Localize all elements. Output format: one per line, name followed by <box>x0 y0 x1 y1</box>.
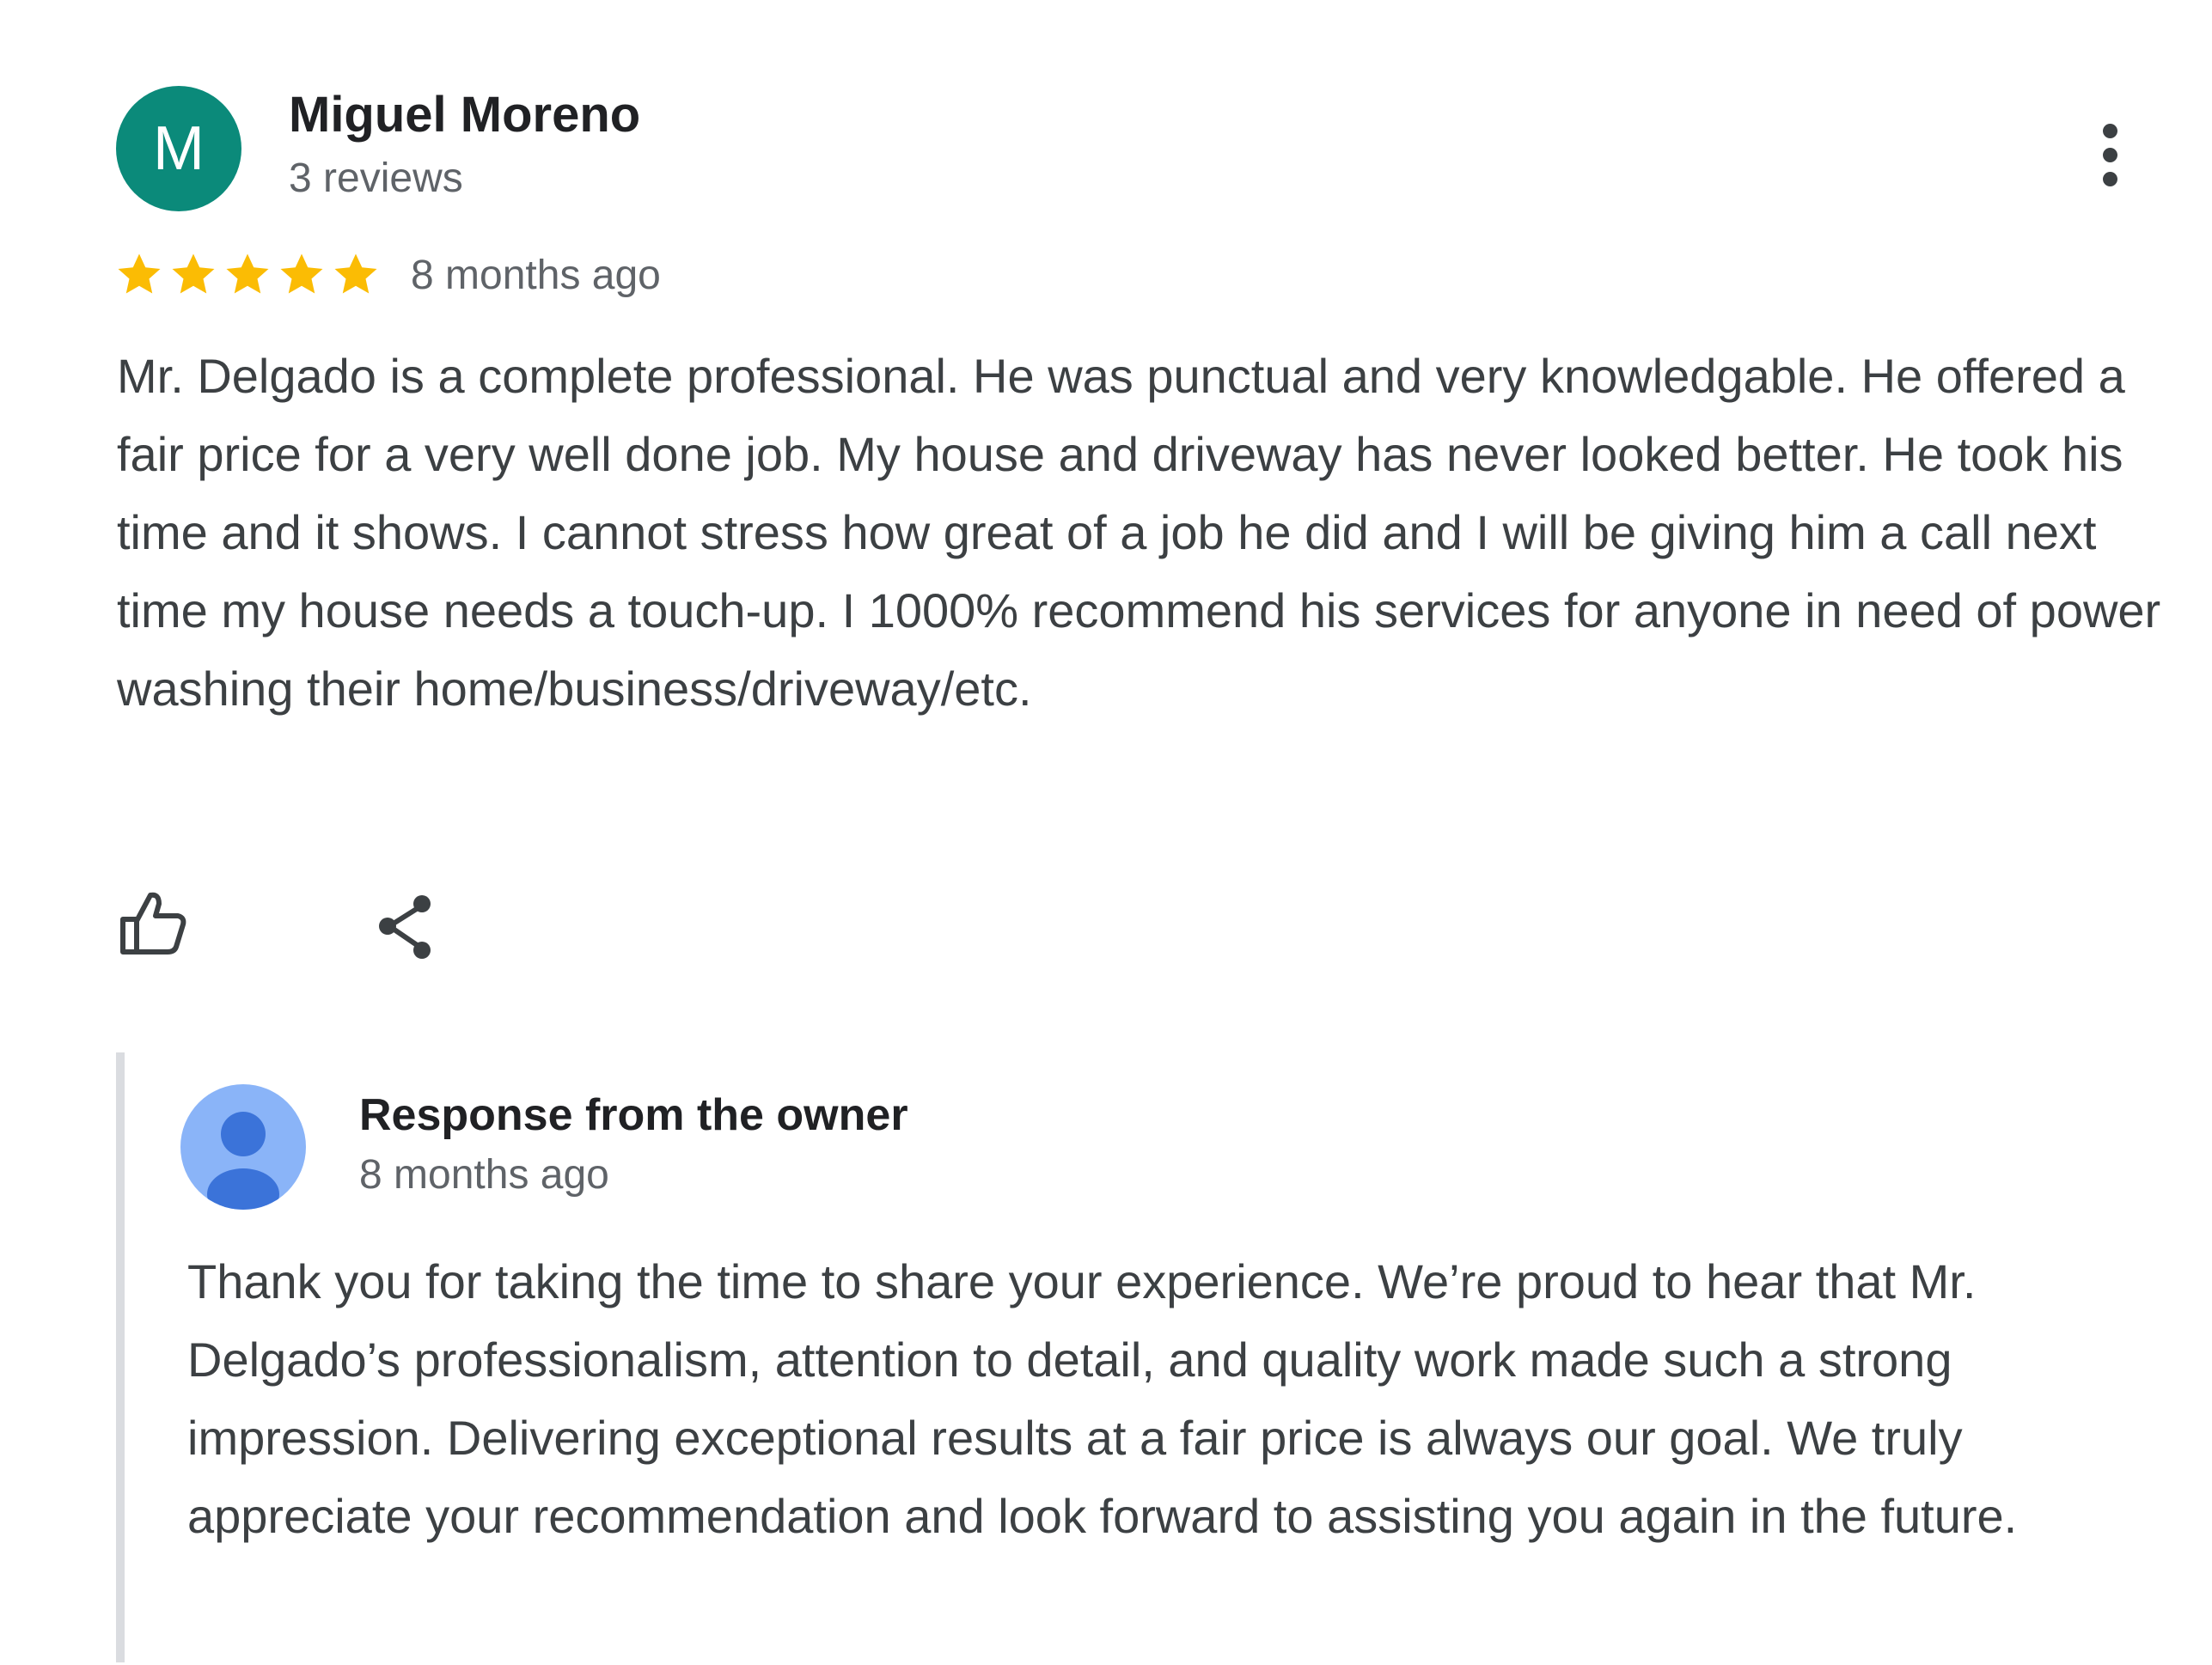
reviewer-review-count: 3 reviews <box>289 156 463 201</box>
star-icon <box>334 253 377 294</box>
like-button[interactable] <box>116 885 202 971</box>
more-vert-icon <box>2102 123 2117 186</box>
star-icon <box>280 253 323 294</box>
owner-response-date: 8 months ago <box>359 1152 609 1198</box>
star-icon <box>118 253 161 294</box>
reviewer-name[interactable]: Miguel Moreno <box>289 86 640 143</box>
star-rating <box>113 249 382 301</box>
share-button[interactable] <box>365 885 451 971</box>
thumbs-up-icon <box>120 892 186 954</box>
review-date: 8 months ago <box>411 252 661 298</box>
person-icon <box>180 1084 306 1210</box>
star-icon <box>226 253 269 294</box>
owner-response-text: Thank you for taking the time to share y… <box>187 1254 2018 1543</box>
review-card: M Miguel Moreno 3 reviews 8 months ago M… <box>0 0 2212 1665</box>
more-options-button[interactable] <box>2080 107 2140 202</box>
star-icon <box>172 253 215 294</box>
share-icon <box>379 895 431 959</box>
review-text: Mr. Delgado is a complete professional. … <box>117 349 2161 716</box>
reviewer-avatar[interactable]: M <box>116 86 241 211</box>
reviewer-initial: M <box>153 114 205 183</box>
rating-row: 8 months ago <box>113 244 661 306</box>
owner-response-title: Response from the owner <box>359 1090 908 1140</box>
